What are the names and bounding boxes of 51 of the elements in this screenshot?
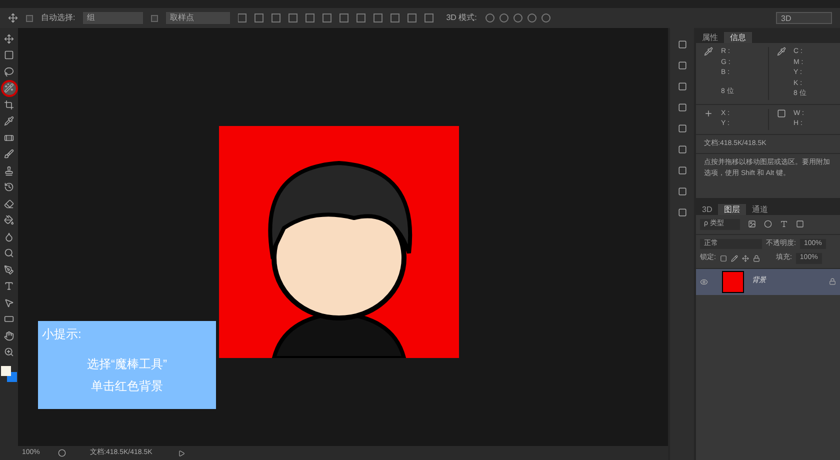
panel-icon[interactable] <box>678 61 686 70</box>
panel-icon[interactable] <box>678 82 686 91</box>
stamp-icon[interactable] <box>2 164 16 177</box>
mode-label: 3D 模式: <box>446 12 477 24</box>
move-icon[interactable] <box>742 254 749 262</box>
eyedropper-icon <box>704 47 713 56</box>
panel-icon[interactable] <box>678 103 686 112</box>
dropdown[interactable]: 组 <box>83 12 144 24</box>
crop-icon[interactable] <box>2 98 16 111</box>
tip-text: 单击红色背景 <box>91 378 163 395</box>
panel-icon[interactable] <box>678 208 686 217</box>
panel-icon[interactable] <box>678 166 686 175</box>
panel-icon[interactable] <box>678 124 686 133</box>
auto-select-label: 自动选择: <box>41 12 76 24</box>
tip-title: 小提示: <box>42 326 82 343</box>
panel-tab[interactable]: 图层 <box>718 204 746 215</box>
layer-thumbnail <box>722 270 744 292</box>
paint-bucket-icon[interactable] <box>2 214 16 226</box>
play-icon[interactable] <box>178 450 185 456</box>
workspace-dropdown[interactable]: 3D <box>776 12 832 24</box>
pen-icon[interactable] <box>2 263 16 276</box>
droplet-icon[interactable] <box>2 230 16 243</box>
hand-icon[interactable] <box>2 329 16 342</box>
move-icon[interactable] <box>2 32 16 45</box>
eyedropper-icon <box>776 47 786 56</box>
crosshair-icon <box>704 108 713 118</box>
lock-icon[interactable] <box>752 254 760 262</box>
marquee-icon[interactable] <box>2 48 16 62</box>
eraser-icon[interactable] <box>2 197 16 210</box>
move-icon[interactable] <box>8 13 18 23</box>
circle-icon[interactable] <box>764 220 772 228</box>
selection-size-icon <box>776 108 786 118</box>
checkbox[interactable] <box>151 14 158 22</box>
type-icon[interactable] <box>780 220 788 228</box>
panel-icon[interactable] <box>678 187 686 196</box>
tip-text: 选择“魔棒工具” <box>87 356 167 373</box>
dropdown[interactable]: 取样点 <box>166 12 230 24</box>
panel-icon[interactable] <box>678 145 686 154</box>
magic-wand-icon[interactable] <box>2 82 16 94</box>
circle-icon <box>58 449 66 457</box>
visibility-icon[interactable] <box>700 278 708 286</box>
eyedropper-icon[interactable] <box>2 114 16 128</box>
zoom-icon[interactable] <box>2 346 16 358</box>
panel-icon[interactable] <box>678 40 686 49</box>
image-icon[interactable] <box>748 220 756 228</box>
type-icon[interactable] <box>2 280 16 292</box>
checkbox[interactable] <box>26 14 33 22</box>
panel-tab[interactable]: 信息 <box>724 32 752 43</box>
lasso-icon[interactable] <box>2 65 16 78</box>
foreground-color-swatch[interactable] <box>1 366 11 376</box>
square-icon[interactable] <box>796 220 804 228</box>
